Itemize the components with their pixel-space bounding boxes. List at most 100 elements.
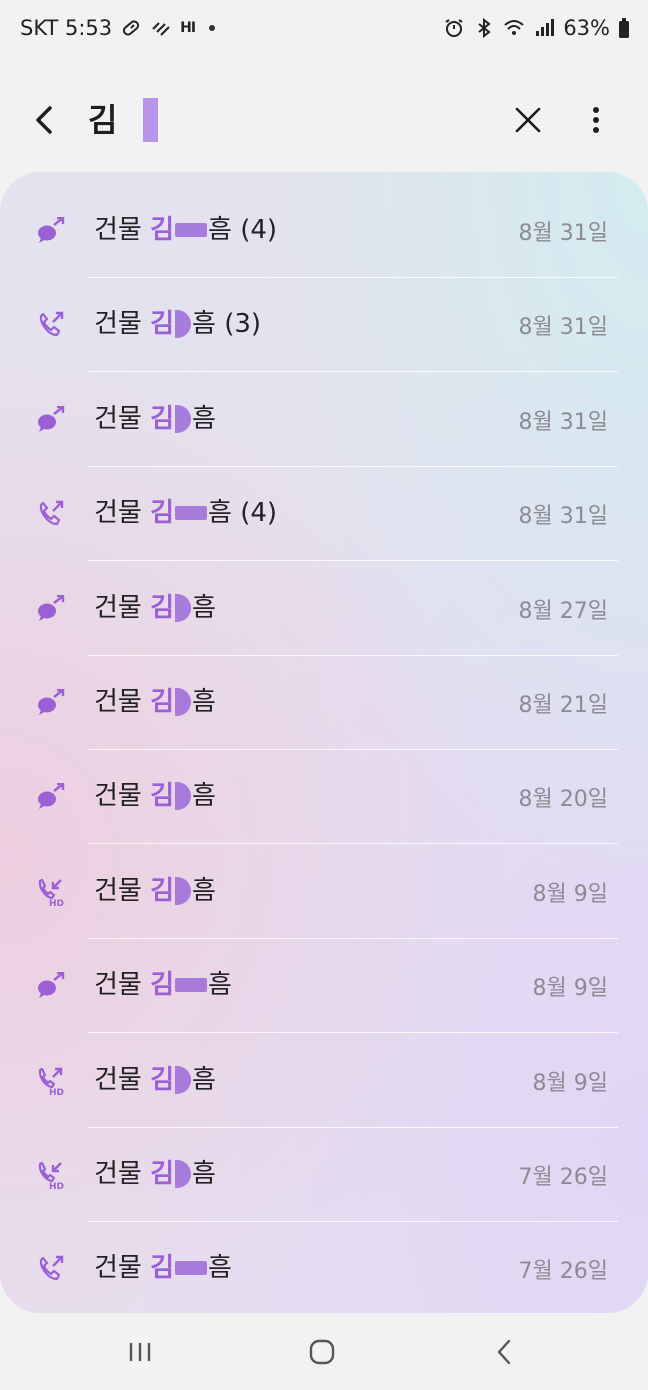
result-title: 건물 김 흠 (3) xyxy=(94,306,261,342)
svg-text:HD: HD xyxy=(49,899,64,906)
close-icon xyxy=(515,107,541,133)
result-title: 건물 김흠 xyxy=(94,684,216,720)
message-icon xyxy=(36,217,70,245)
result-title-suffix: 흠 xyxy=(192,875,216,906)
result-title-prefix: 건물 xyxy=(94,403,151,434)
redaction-block xyxy=(175,1160,192,1188)
result-title-prefix: 건물 xyxy=(94,1159,151,1189)
result-title-prefix: 건물 xyxy=(94,875,151,906)
back-button[interactable] xyxy=(26,100,62,140)
incoming-hd-call-icon: HD xyxy=(36,878,70,906)
result-title-highlight: 김 xyxy=(150,1159,175,1189)
result-title-prefix: 건물 xyxy=(94,309,151,340)
result-title-prefix: 건물 xyxy=(94,1064,151,1095)
result-title-suffix: 흠 xyxy=(192,1064,216,1095)
result-row[interactable]: 건물 김 흠 8월 20일 xyxy=(0,750,648,845)
result-title-suffix: 흠 xyxy=(208,1253,232,1284)
result-date: 8월 21일 xyxy=(518,693,608,718)
result-row[interactable]: 건물 김 흠 (4) 8월 31일 xyxy=(0,467,648,562)
result-date: 8월 31일 xyxy=(518,504,608,530)
message-icon xyxy=(36,972,70,1000)
result-title: 건물 김흠 xyxy=(94,967,232,1003)
result-row[interactable]: 건물 김 흠 7월 26일 xyxy=(0,1222,648,1313)
system-back-button[interactable] xyxy=(484,1335,524,1369)
hi-network-icon: HI xyxy=(180,20,196,36)
message-icon xyxy=(36,405,70,434)
result-title-prefix: 건물 xyxy=(94,687,151,717)
result-date: 8월 9일 xyxy=(532,1070,608,1096)
back-arrow-icon xyxy=(36,106,52,134)
result-row[interactable]: 건물 김 흠 8월 27일 xyxy=(0,562,648,656)
nav-back-icon xyxy=(497,1339,511,1365)
result-title-prefix: 건물 xyxy=(94,970,151,1001)
more-options-button[interactable] xyxy=(580,100,612,140)
search-input[interactable]: 김 xyxy=(88,100,117,140)
result-row[interactable]: 건물 김 흠 8월 21일 xyxy=(0,656,648,750)
recents-button[interactable] xyxy=(120,1335,160,1369)
result-title-highlight: 김 xyxy=(150,1253,175,1284)
message-icon xyxy=(36,594,70,623)
result-date: 8월 31일 xyxy=(518,221,608,246)
outgoing-hd-call-icon: HD xyxy=(36,1067,70,1095)
result-row[interactable]: 건물 김 흠 8월 9일 xyxy=(0,939,648,1034)
result-date: 8월 31일 xyxy=(518,409,608,435)
redaction-block xyxy=(175,876,192,905)
more-vert-icon xyxy=(593,107,599,133)
result-title-suffix: 흠 xyxy=(192,592,216,623)
redaction-block xyxy=(175,593,192,622)
navigation-bar xyxy=(0,1313,648,1390)
message-icon xyxy=(36,689,70,717)
result-row[interactable]: HD 건물 김 흠 7월 26일 xyxy=(0,1128,648,1222)
carrier-time: SKT 5:53 xyxy=(20,16,113,40)
result-row[interactable]: 건물 김 흠 (3) 8월 31일 xyxy=(0,278,648,373)
result-title-suffix: 흠 xyxy=(208,970,232,1001)
pill-icon xyxy=(120,17,142,39)
bluetooth-icon xyxy=(473,17,495,39)
results-list: 건물 김흠 (4) 8월 31일 건물 김흠 (3) 8월 31일 건물 김 흠 8월 31… xyxy=(0,172,648,1313)
result-date: 8월 31일 xyxy=(518,315,608,341)
message-icon xyxy=(36,783,70,811)
result-title-highlight: 김 xyxy=(150,875,175,906)
result-date: 8월 20일 xyxy=(518,787,608,813)
redaction-block xyxy=(175,1261,208,1276)
result-title: 건물 김 흠 (4) xyxy=(94,495,277,531)
cell-signal-icon xyxy=(533,17,555,39)
outgoing-call-icon xyxy=(36,1255,70,1283)
result-row[interactable]: HD 건물 김 흠 8월 9일 xyxy=(0,845,648,939)
result-row[interactable]: HD 건물 김 흠 8월 9일 xyxy=(0,1034,648,1128)
home-button[interactable] xyxy=(302,1335,342,1369)
status-bar-right: 63% xyxy=(443,16,630,40)
result-title: 건물 김흠 xyxy=(94,873,216,909)
result-title-suffix: 흠 xyxy=(192,687,216,717)
result-date: 8월 9일 xyxy=(532,881,608,907)
svg-text:HD: HD xyxy=(49,1088,64,1095)
result-date: 7월 26일 xyxy=(518,1165,608,1190)
battery-percent: 63% xyxy=(563,16,610,40)
svg-text:HD: HD xyxy=(49,1182,64,1189)
result-title-highlight: 김 xyxy=(150,309,175,340)
redaction-block xyxy=(175,688,192,716)
result-row[interactable]: 건물 김 흠 (4) 8월 31일 xyxy=(0,184,648,278)
result-title: 건물 김 흠 (4) xyxy=(94,212,277,248)
result-title-prefix: 건물 xyxy=(94,592,151,623)
incoming-hd-call-icon: HD xyxy=(36,1161,70,1189)
result-title-suffix: 흠 xyxy=(192,403,216,434)
result-title-prefix: 건물 xyxy=(94,781,151,812)
status-bar: SKT 5:53 HI 63% xyxy=(0,0,648,58)
search-header: 김 xyxy=(0,80,648,164)
result-title: 건물 김 흠 xyxy=(94,1250,232,1286)
wifi-icon xyxy=(503,17,525,39)
result-title-highlight: 김 xyxy=(150,498,175,529)
status-bar-left: SKT 5:53 HI xyxy=(20,16,216,40)
result-row[interactable]: 건물 김 흠 8월 31일 xyxy=(0,373,648,467)
result-date: 8월 9일 xyxy=(532,976,608,1002)
result-title-prefix: 건물 xyxy=(94,498,151,529)
redaction-block xyxy=(175,978,208,993)
result-title-suffix: 흠 (3) xyxy=(192,309,262,340)
clear-search-button[interactable] xyxy=(508,100,548,140)
signal-strength-lines-icon xyxy=(150,17,172,39)
result-title-highlight: 김 xyxy=(150,1064,175,1095)
redaction-block xyxy=(175,404,192,433)
result-title-prefix: 건물 xyxy=(94,1253,151,1284)
result-title-highlight: 김 xyxy=(150,592,175,623)
